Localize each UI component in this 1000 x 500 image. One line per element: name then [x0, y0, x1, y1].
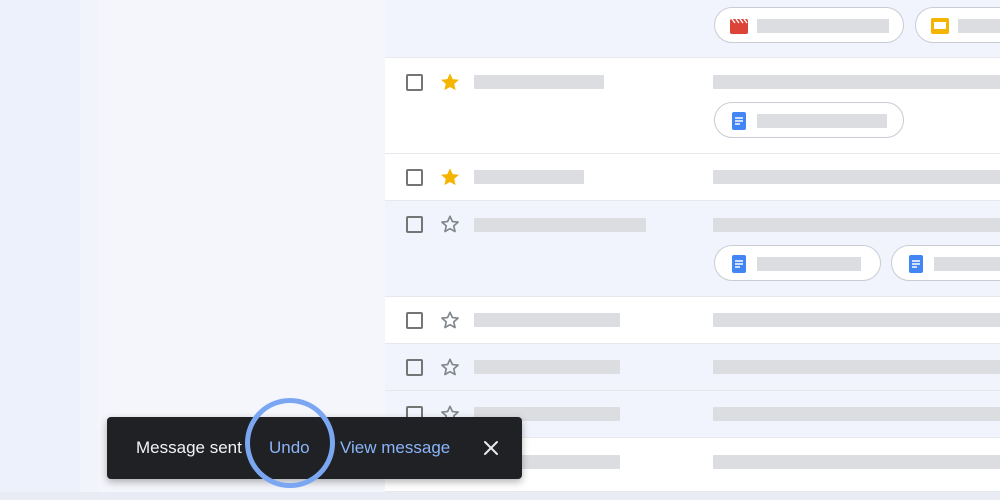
mail-row[interactable] — [385, 154, 1000, 201]
subject-placeholder — [713, 313, 1000, 327]
docs-icon — [729, 254, 749, 274]
subject-placeholder — [713, 170, 1000, 184]
attachment-name-placeholder — [934, 257, 1000, 271]
sender-placeholder — [474, 313, 620, 327]
row-checkbox[interactable] — [406, 74, 423, 91]
snackbar: Message sent Undo View message — [107, 417, 522, 479]
attachment-chip[interactable] — [714, 245, 881, 281]
row-checkbox[interactable] — [406, 312, 423, 329]
view-message-button[interactable]: View message — [340, 437, 450, 459]
subject-placeholder — [713, 455, 1000, 469]
docs-icon — [729, 111, 749, 131]
docs-icon — [906, 254, 926, 274]
sender-placeholder — [474, 170, 584, 184]
row-checkbox[interactable] — [406, 169, 423, 186]
app-rail — [0, 0, 80, 500]
star-outline-icon[interactable] — [439, 213, 461, 235]
subject-placeholder — [713, 218, 1000, 232]
star-outline-icon[interactable] — [439, 309, 461, 331]
undo-button[interactable]: Undo — [269, 437, 310, 459]
subject-placeholder — [713, 360, 1000, 374]
attachment-name-placeholder — [757, 19, 889, 33]
star-filled-icon[interactable] — [439, 166, 461, 188]
sender-placeholder — [474, 218, 646, 232]
sender-placeholder — [474, 360, 620, 374]
mail-row[interactable] — [385, 297, 1000, 344]
mail-row[interactable] — [385, 58, 1000, 154]
attachment-chip[interactable] — [891, 245, 1000, 281]
attachment-name-placeholder — [757, 257, 861, 271]
sender-placeholder — [474, 75, 604, 89]
row-checkbox[interactable] — [406, 359, 423, 376]
attachment-name-placeholder — [757, 114, 887, 128]
slides-icon — [930, 16, 950, 36]
nav-pane-edge — [80, 0, 98, 500]
attachment-chip[interactable] — [714, 7, 904, 43]
attachment-chip[interactable] — [915, 7, 1000, 43]
bottom-edge — [0, 492, 1000, 500]
attachment-chip[interactable] — [714, 102, 904, 138]
star-filled-icon[interactable] — [439, 71, 461, 93]
mail-row[interactable] — [385, 344, 1000, 391]
row-checkbox[interactable] — [406, 216, 423, 233]
star-outline-icon[interactable] — [439, 356, 461, 378]
snackbar-message: Message sent — [136, 438, 242, 457]
attachment-name-placeholder — [958, 19, 1000, 33]
subject-placeholder — [713, 75, 1000, 89]
video-icon — [729, 16, 749, 36]
subject-placeholder — [713, 407, 1000, 421]
mail-row[interactable] — [385, 0, 1000, 58]
mail-row[interactable] — [385, 201, 1000, 297]
close-icon[interactable] — [481, 438, 501, 458]
